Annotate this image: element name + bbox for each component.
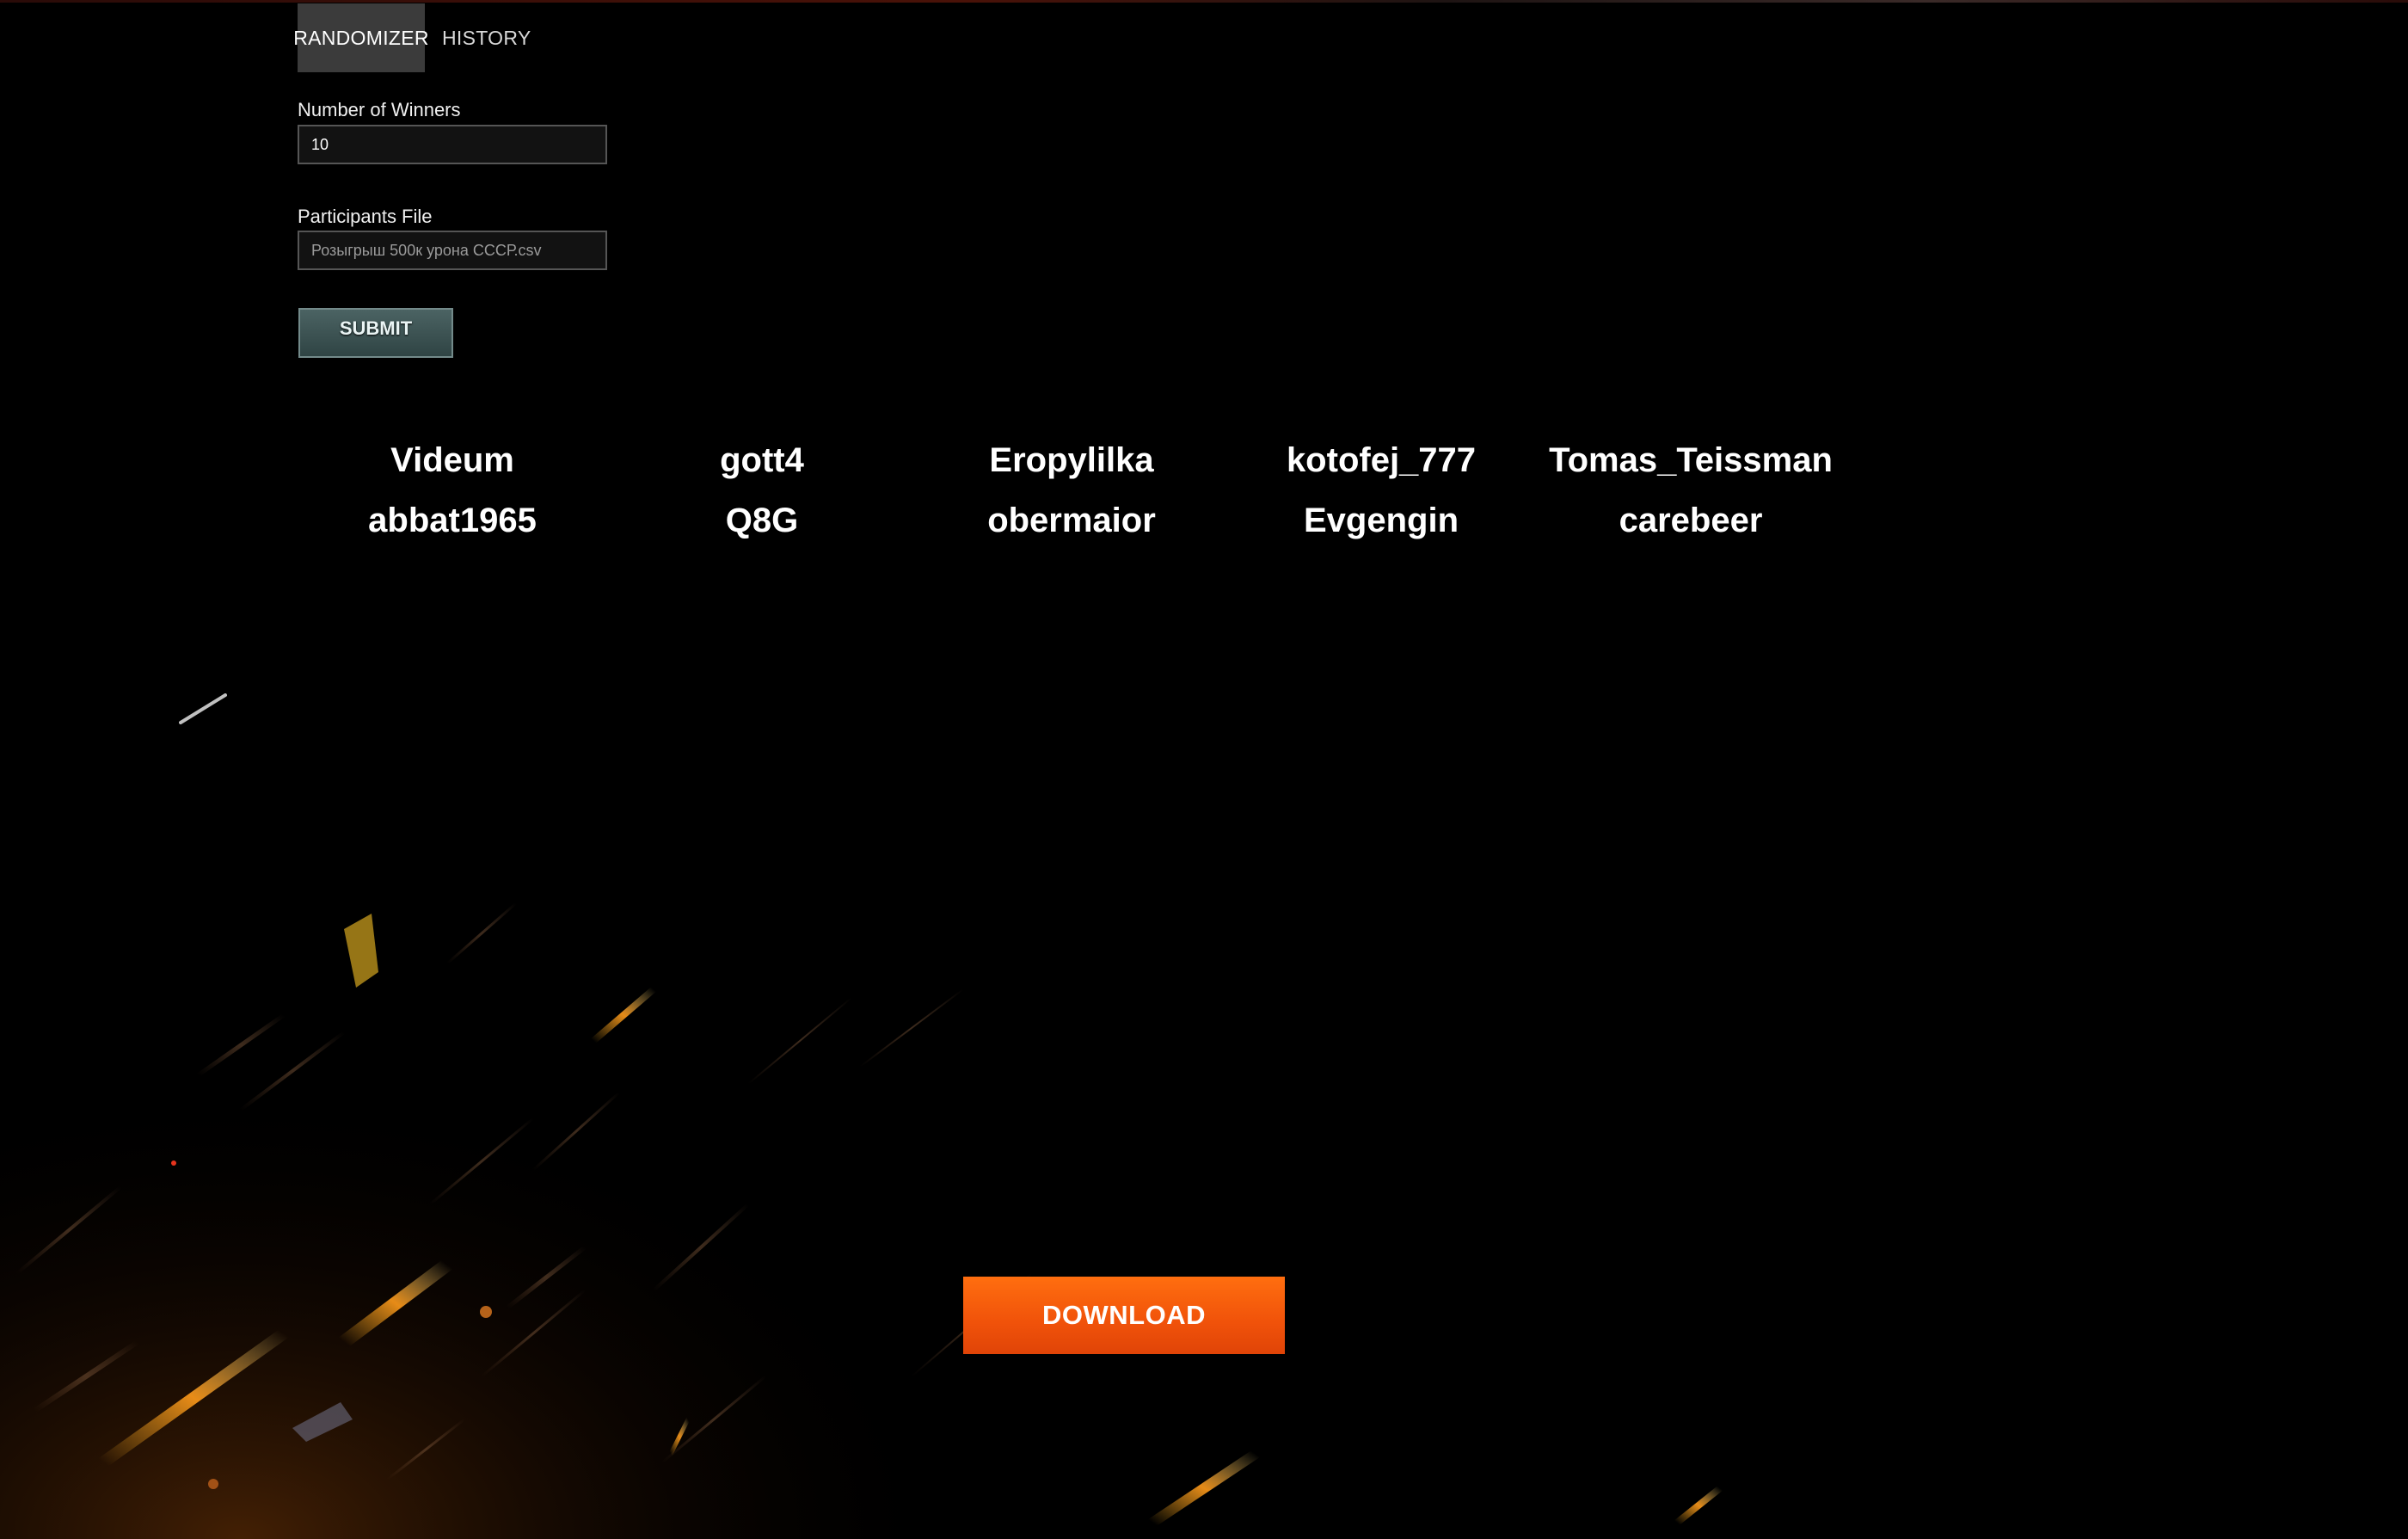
- tab-bar: RANDOMIZER HISTORY: [293, 3, 542, 72]
- winner-name: Evgengin: [1303, 502, 1459, 539]
- winner-name: abbat1965: [368, 502, 537, 539]
- winner-name: kotofej_777: [1286, 441, 1477, 479]
- winner-name: Videum: [390, 441, 514, 479]
- participants-file-label: Participants File: [298, 206, 433, 227]
- winners-count-label: Number of Winners: [298, 99, 461, 120]
- winner-name: Tomas_Teissman: [1549, 441, 1833, 479]
- winner-name: gott4: [720, 441, 804, 479]
- winners-count-input[interactable]: [298, 125, 607, 164]
- download-button[interactable]: DOWNLOAD: [963, 1277, 1285, 1354]
- tab-randomizer[interactable]: RANDOMIZER: [293, 3, 429, 72]
- winners-grid: Videum gott4 Eropylilka kotofej_777 Tomas_Te…: [298, 430, 1846, 551]
- participants-file-input[interactable]: [298, 231, 607, 270]
- winner-name: carebeer: [1619, 502, 1763, 539]
- winner-name: obermaior: [987, 502, 1156, 539]
- top-border: [0, 0, 2408, 3]
- spark-streak: [1674, 1485, 1723, 1526]
- page: RANDOMIZER HISTORY Number of Winners Par…: [0, 0, 2408, 1539]
- winner-name: Eropylilka: [989, 441, 1154, 479]
- submit-button[interactable]: SUBMIT: [298, 308, 453, 358]
- tab-history[interactable]: HISTORY: [425, 3, 542, 72]
- winner-name: Q8G: [725, 502, 799, 539]
